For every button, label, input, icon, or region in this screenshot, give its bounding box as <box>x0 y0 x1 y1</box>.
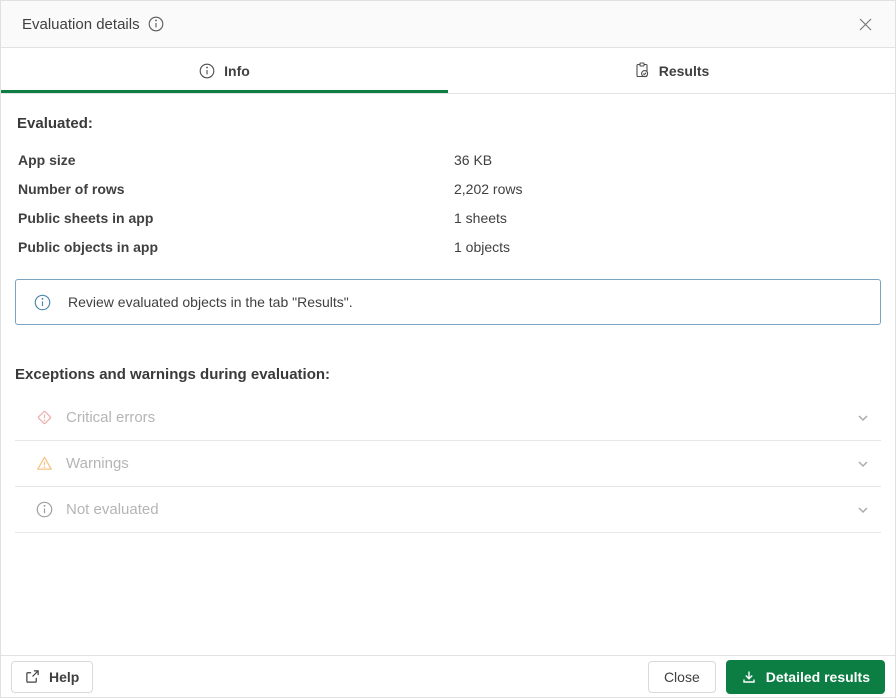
evaluated-table: App size 36 KB Number of rows 2,202 rows… <box>1 145 895 261</box>
accordion-row-label: Critical errors <box>66 409 156 426</box>
detailed-results-button[interactable]: Detailed results <box>725 659 885 694</box>
dialog-title: Evaluation details <box>22 15 140 33</box>
table-row: Number of rows 2,202 rows <box>1 174 895 203</box>
help-button-label: Help <box>49 668 80 685</box>
close-button[interactable]: Close <box>647 660 716 693</box>
evaluation-details-dialog: Evaluation details Info Results Evaluate… <box>0 0 896 698</box>
accordion-row-label: Not evaluated <box>66 501 159 518</box>
critical-diamond-icon <box>36 409 53 426</box>
download-icon <box>741 669 757 685</box>
evaluated-heading: Evaluated: <box>17 115 93 132</box>
detailed-results-label: Detailed results <box>765 668 870 685</box>
help-button[interactable]: Help <box>11 660 94 693</box>
dialog-titlebar: Evaluation details <box>1 1 895 48</box>
info-circle-icon <box>199 63 215 79</box>
accordion-row-not-evaluated[interactable]: Not evaluated <box>15 487 881 533</box>
chevron-down-icon <box>855 410 871 426</box>
row-label: App size <box>18 151 76 168</box>
tab-info[interactable]: Info <box>1 48 448 93</box>
row-value: 36 KB <box>454 151 493 168</box>
title-info-icon <box>148 16 164 32</box>
table-row: Public objects in app 1 objects <box>1 232 895 261</box>
row-label: Public sheets in app <box>18 209 154 226</box>
row-value: 1 objects <box>454 238 511 255</box>
chevron-down-icon <box>855 456 871 472</box>
info-circle-icon <box>36 501 53 518</box>
clipboard-check-icon <box>634 62 650 79</box>
warning-triangle-icon <box>36 455 53 472</box>
tab-results-label: Results <box>658 62 710 79</box>
footer-actions: Close Detailed results <box>647 659 885 694</box>
dialog-footer: Help Close Detailed results <box>1 655 895 697</box>
row-value: 2,202 rows <box>454 180 523 197</box>
chevron-down-icon <box>855 502 871 518</box>
exceptions-accordion: Critical errors Warnings Not evaluated <box>15 395 881 533</box>
close-icon[interactable] <box>854 13 877 36</box>
tab-info-label: Info <box>224 62 250 79</box>
row-value: 1 sheets <box>454 209 507 226</box>
external-link-icon <box>25 669 40 684</box>
row-label: Number of rows <box>18 180 125 197</box>
accordion-row-warnings[interactable]: Warnings <box>15 441 881 487</box>
table-row: Public sheets in app 1 sheets <box>1 203 895 232</box>
exceptions-heading: Exceptions and warnings during evaluatio… <box>15 366 331 383</box>
info-banner: Review evaluated objects in the tab "Res… <box>15 279 881 325</box>
accordion-row-label: Warnings <box>66 455 129 472</box>
close-button-label: Close <box>663 668 700 685</box>
info-circle-icon <box>34 294 51 311</box>
table-row: App size 36 KB <box>1 145 895 174</box>
row-label: Public objects in app <box>18 238 159 255</box>
info-banner-text: Review evaluated objects in the tab "Res… <box>68 294 353 310</box>
accordion-row-critical-errors[interactable]: Critical errors <box>15 395 881 441</box>
tab-results[interactable]: Results <box>448 48 895 93</box>
tab-bar: Info Results <box>1 48 895 94</box>
